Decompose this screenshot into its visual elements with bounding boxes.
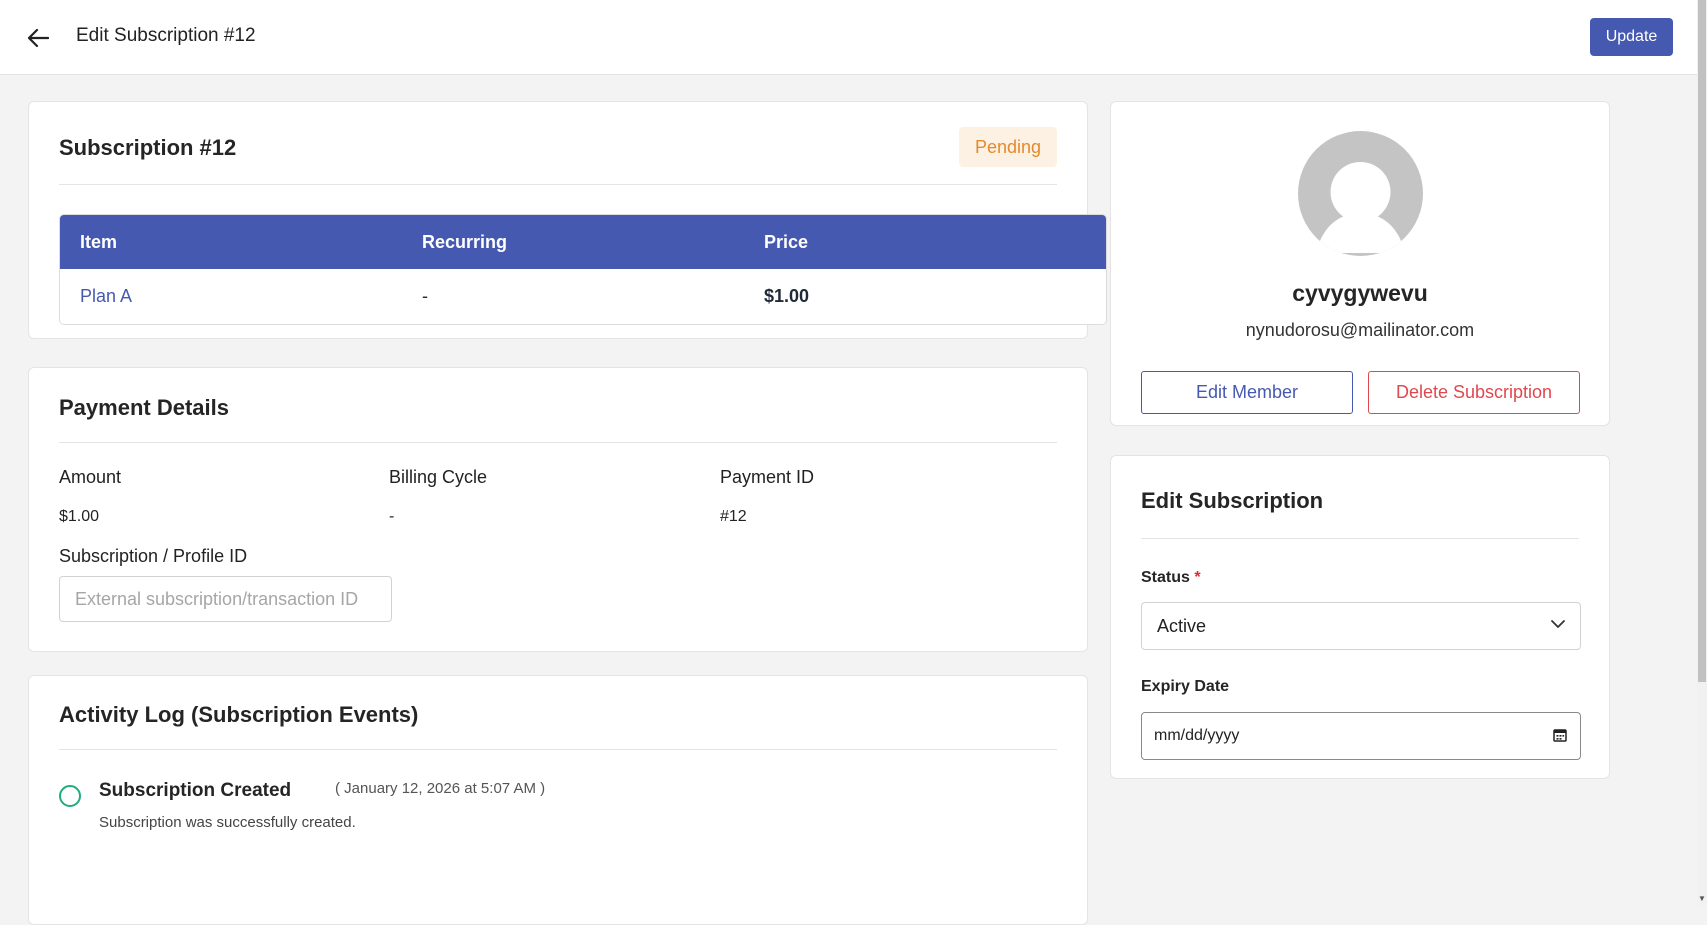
subscription-title: Subscription #12 xyxy=(59,135,237,160)
subscription-card: Subscription #12 Pending Item Recurring … xyxy=(28,101,1107,339)
column-header-price: Price xyxy=(764,231,809,252)
top-bar: Edit Subscription #12 Update xyxy=(0,0,1697,75)
status-label-text: Status xyxy=(1141,569,1190,586)
divider xyxy=(59,749,1057,750)
items-table: Item Recurring Price Plan A - $1.00 xyxy=(59,214,1107,325)
member-email: nynudorosu@mailinator.com xyxy=(1245,320,1475,340)
scroll-down-icon[interactable]: ▼ xyxy=(1698,895,1706,903)
profile-id-label: Subscription / Profile ID xyxy=(59,546,248,566)
price-cell: $1.00 xyxy=(764,286,810,306)
event-title: Subscription Created xyxy=(99,780,292,801)
payment-details-title: Payment Details xyxy=(59,395,229,420)
column-header-item: Item xyxy=(80,231,118,252)
scrollbar[interactable]: ▼ xyxy=(1697,0,1707,905)
divider xyxy=(59,184,1057,185)
member-name: cyvygywevu xyxy=(1292,280,1428,306)
recurring-cell: - xyxy=(422,286,428,306)
amount-value: $1.00 xyxy=(59,508,100,525)
avatar xyxy=(1298,131,1423,256)
event-time: ( January 12, 2026 at 5:07 AM ) xyxy=(335,780,546,797)
profile-id-input[interactable] xyxy=(59,576,392,622)
event-description: Subscription was successfully created. xyxy=(99,814,356,831)
expiry-date-placeholder: mm/dd/yyyy xyxy=(1154,727,1240,744)
back-arrow-icon[interactable] xyxy=(24,24,52,52)
billing-cycle-value: - xyxy=(389,508,395,525)
member-card: cyvygywevu nynudorosu@mailinator.com Edi… xyxy=(1110,101,1610,426)
expiry-date-label: Expiry Date xyxy=(1141,678,1230,695)
billing-cycle-label: Billing Cycle xyxy=(389,467,488,487)
activity-log-title: Activity Log (Subscription Events) xyxy=(59,702,419,727)
status-select-value: Active xyxy=(1157,615,1207,636)
update-button[interactable]: Update xyxy=(1590,18,1673,56)
status-label: Status * xyxy=(1141,569,1201,587)
item-link[interactable]: Plan A xyxy=(60,269,402,324)
event-status-icon xyxy=(59,785,81,807)
table-row: Plan A - $1.00 xyxy=(60,269,1106,324)
amount-label: Amount xyxy=(59,467,122,487)
calendar-icon xyxy=(1553,729,1567,742)
table-header: Item Recurring Price xyxy=(60,215,1106,269)
user-avatar-icon xyxy=(1316,162,1405,253)
status-select[interactable]: Active xyxy=(1141,602,1581,650)
delete-subscription-button[interactable]: Delete Subscription xyxy=(1368,371,1580,414)
edit-member-button[interactable]: Edit Member xyxy=(1141,371,1353,414)
payment-details-card: Payment Details Amount $1.00 Billing Cyc… xyxy=(28,367,1088,652)
divider xyxy=(59,442,1057,443)
required-mark: * xyxy=(1194,569,1201,586)
payment-id-label: Payment ID xyxy=(720,467,815,487)
chevron-down-icon xyxy=(1551,620,1565,628)
scrollbar-thumb[interactable] xyxy=(1698,0,1706,682)
activity-log-card: Activity Log (Subscription Events) Subsc… xyxy=(28,675,1088,925)
payment-id-link[interactable]: #12 xyxy=(720,508,747,526)
edit-subscription-card: Edit Subscription Status * Active Expiry… xyxy=(1110,455,1610,779)
divider xyxy=(1141,538,1579,539)
edit-subscription-title: Edit Subscription xyxy=(1141,488,1324,513)
status-badge: Pending xyxy=(959,127,1057,167)
page-title: Edit Subscription #12 xyxy=(76,25,256,46)
column-header-recurring: Recurring xyxy=(422,231,508,252)
expiry-date-input[interactable]: mm/dd/yyyy xyxy=(1141,712,1581,760)
